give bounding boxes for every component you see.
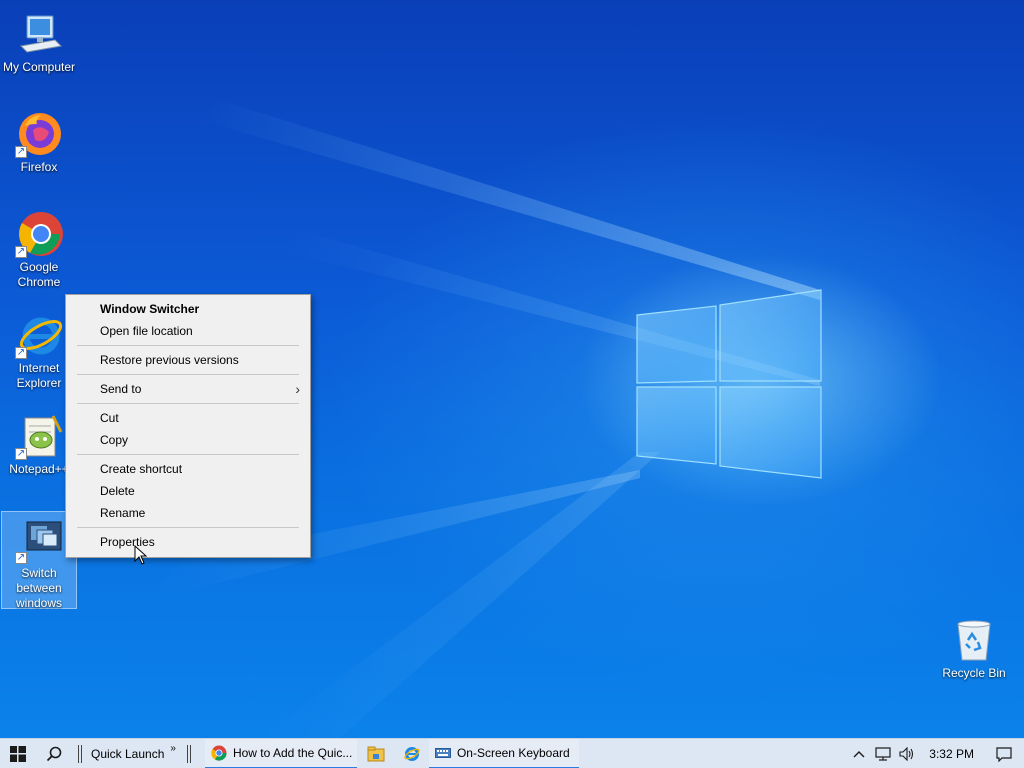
shortcut-arrow-icon: ↗: [15, 146, 27, 158]
toolbar-grip[interactable]: [189, 744, 191, 763]
shortcut-arrow-icon: ↗: [15, 246, 27, 258]
menu-separator: [77, 374, 299, 375]
toolbar-grip[interactable]: [186, 744, 188, 763]
network-icon: [875, 746, 891, 761]
desktop-icon-recycle-bin[interactable]: Recycle Bin: [936, 612, 1012, 681]
notepad-plus-plus-icon: ↗: [15, 412, 63, 460]
chrome-icon: ↗: [15, 210, 63, 258]
toolbar-grip[interactable]: [78, 744, 79, 763]
folder-icon: [367, 746, 385, 761]
menu-item-create-shortcut[interactable]: Create shortcut: [66, 458, 310, 480]
windows-logo-icon: [10, 745, 26, 762]
icon-label-line-3: windows: [15, 596, 63, 610]
icon-label-line-2: between: [16, 581, 62, 595]
keyboard-icon: [434, 747, 451, 759]
menu-item-rename[interactable]: Rename: [66, 502, 310, 524]
shortcut-arrow-icon: ↗: [15, 347, 27, 359]
chrome-icon: [211, 745, 227, 761]
internet-explorer-icon: [404, 746, 420, 761]
quick-launch-chevron[interactable]: »: [170, 743, 186, 754]
computer-icon: [15, 10, 63, 58]
search-icon: [46, 746, 62, 761]
menu-separator: [77, 403, 299, 404]
search-button[interactable]: [36, 739, 72, 768]
network-tray-button[interactable]: [871, 739, 895, 768]
context-menu: Window Switcher Open file location Resto…: [65, 294, 311, 558]
menu-item-send-to-label: Send to: [100, 382, 142, 396]
menu-item-restore-previous-versions[interactable]: Restore previous versions: [66, 349, 310, 371]
notification-icon: [996, 746, 1012, 762]
desktop-icon-my-computer[interactable]: My Computer: [1, 6, 77, 75]
desktop-icon-firefox[interactable]: ↗ Firefox: [1, 106, 77, 175]
desktop-icon-google-chrome[interactable]: ↗ Google Chrome: [1, 206, 77, 290]
start-button[interactable]: [0, 739, 36, 768]
taskbar-item-on-screen-keyboard[interactable]: On-Screen Keyboard: [428, 738, 579, 768]
icon-label-line-1: Recycle Bin: [942, 666, 1006, 680]
chevron-right-icon: ›: [295, 381, 300, 397]
taskbar-internet-explorer[interactable]: [395, 739, 429, 768]
internet-explorer-icon: ↗: [15, 311, 63, 359]
firefox-icon: ↗: [15, 110, 63, 158]
icon-label-line-1: Firefox: [20, 160, 58, 174]
quick-launch-label[interactable]: Quick Launch: [83, 747, 170, 761]
shortcut-arrow-icon: ↗: [15, 448, 27, 460]
shortcut-arrow-icon: ↗: [15, 552, 27, 564]
notifications-button[interactable]: [984, 739, 1024, 768]
taskbar-item-chrome[interactable]: How to Add the Quic...: [204, 738, 357, 768]
icon-label-line-2: Chrome: [17, 275, 61, 289]
menu-separator: [77, 527, 299, 528]
taskbar-item-label: How to Add the Quic...: [232, 745, 353, 760]
taskbar-file-explorer[interactable]: [357, 739, 395, 768]
clock[interactable]: 3:32 PM: [919, 747, 984, 761]
menu-item-send-to[interactable]: Send to ›: [66, 378, 310, 400]
menu-separator: [77, 345, 299, 346]
menu-separator: [77, 454, 299, 455]
chevron-up-icon: [853, 750, 865, 757]
recycle-bin-icon: [950, 616, 998, 664]
mouse-cursor-icon: [134, 545, 148, 565]
menu-item-cut[interactable]: Cut: [66, 407, 310, 429]
icon-label-line-1: Google: [19, 260, 59, 274]
desktop[interactable]: My Computer ↗ Firefox ↗ Google Chrome ↗ …: [0, 0, 1024, 738]
menu-item-properties[interactable]: Properties: [66, 531, 310, 553]
taskbar: Quick Launch » How to Add the Quic... On…: [0, 738, 1024, 768]
menu-item-window-switcher[interactable]: Window Switcher: [66, 298, 310, 320]
menu-item-open-file-location[interactable]: Open file location: [66, 320, 310, 342]
window-switcher-icon: ↗: [15, 516, 63, 564]
speaker-icon: [899, 746, 914, 761]
menu-item-copy[interactable]: Copy: [66, 429, 310, 451]
icon-label-line-1: Switch: [21, 566, 57, 580]
taskbar-item-label: On-Screen Keyboard: [456, 745, 570, 760]
system-tray: 3:32 PM: [847, 739, 1024, 768]
toolbar-grip[interactable]: [81, 744, 82, 763]
show-hidden-icons-button[interactable]: [847, 739, 871, 768]
menu-item-delete[interactable]: Delete: [66, 480, 310, 502]
icon-label-line-1: My Computer: [2, 60, 76, 74]
volume-tray-button[interactable]: [895, 739, 919, 768]
